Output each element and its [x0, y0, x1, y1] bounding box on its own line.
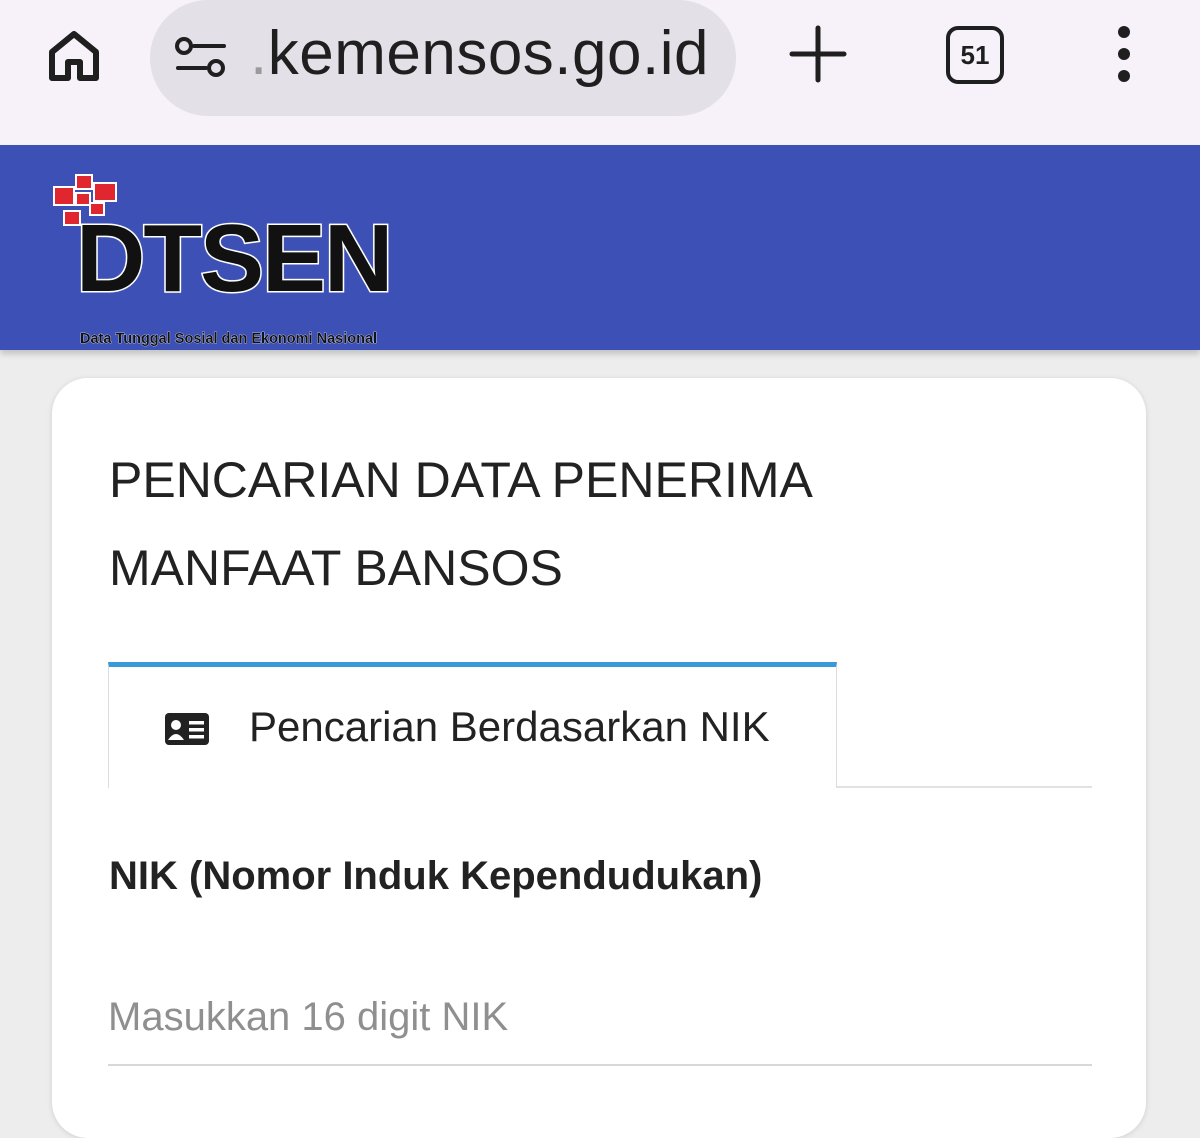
url-domain: kemensos.go.id	[267, 19, 709, 88]
dtsen-logo[interactable]: DTSEN Data Tunggal Sosial dan Ekonomi Na…	[50, 173, 420, 347]
site-header: DTSEN Data Tunggal Sosial dan Ekonomi Na…	[0, 145, 1200, 350]
page-title: PENCARIAN DATA PENERIMA MANFAAT BANSOS	[109, 436, 1009, 612]
search-card: PENCARIAN DATA PENERIMA MANFAAT BANSOS P…	[52, 378, 1146, 1138]
page-title-line1: PENCARIAN DATA PENERIMA	[109, 452, 813, 508]
site-settings-icon[interactable]	[174, 36, 230, 80]
home-icon[interactable]	[44, 26, 104, 86]
browser-toolbar: .kemensos.go.id 51	[0, 0, 1200, 145]
url-prefix: .	[250, 19, 268, 88]
logo-title: DTSEN	[74, 205, 394, 312]
nik-input[interactable]	[108, 970, 1092, 1066]
url-text[interactable]: .kemensos.go.id	[250, 18, 709, 89]
logo-subtitle: Data Tunggal Sosial dan Ekonomi Nasional	[80, 331, 378, 348]
more-menu-icon[interactable]	[1104, 24, 1144, 88]
search-tabs: Pencarian Berdasarkan NIK	[108, 662, 1092, 788]
tab-switcher-icon[interactable]: 51	[946, 26, 1004, 84]
page-title-line2: MANFAAT BANSOS	[109, 540, 563, 596]
tab-divider	[837, 786, 1092, 788]
tab-count: 51	[960, 39, 990, 70]
tab-search-by-nik[interactable]: Pencarian Berdasarkan NIK	[108, 662, 837, 788]
tab-label: Pencarian Berdasarkan NIK	[249, 703, 770, 750]
address-bar[interactable]: .kemensos.go.id	[150, 0, 736, 116]
id-card-icon	[165, 713, 209, 745]
new-tab-icon[interactable]	[786, 22, 850, 86]
nik-field-label: NIK (Nomor Induk Kependudukan)	[109, 854, 763, 898]
